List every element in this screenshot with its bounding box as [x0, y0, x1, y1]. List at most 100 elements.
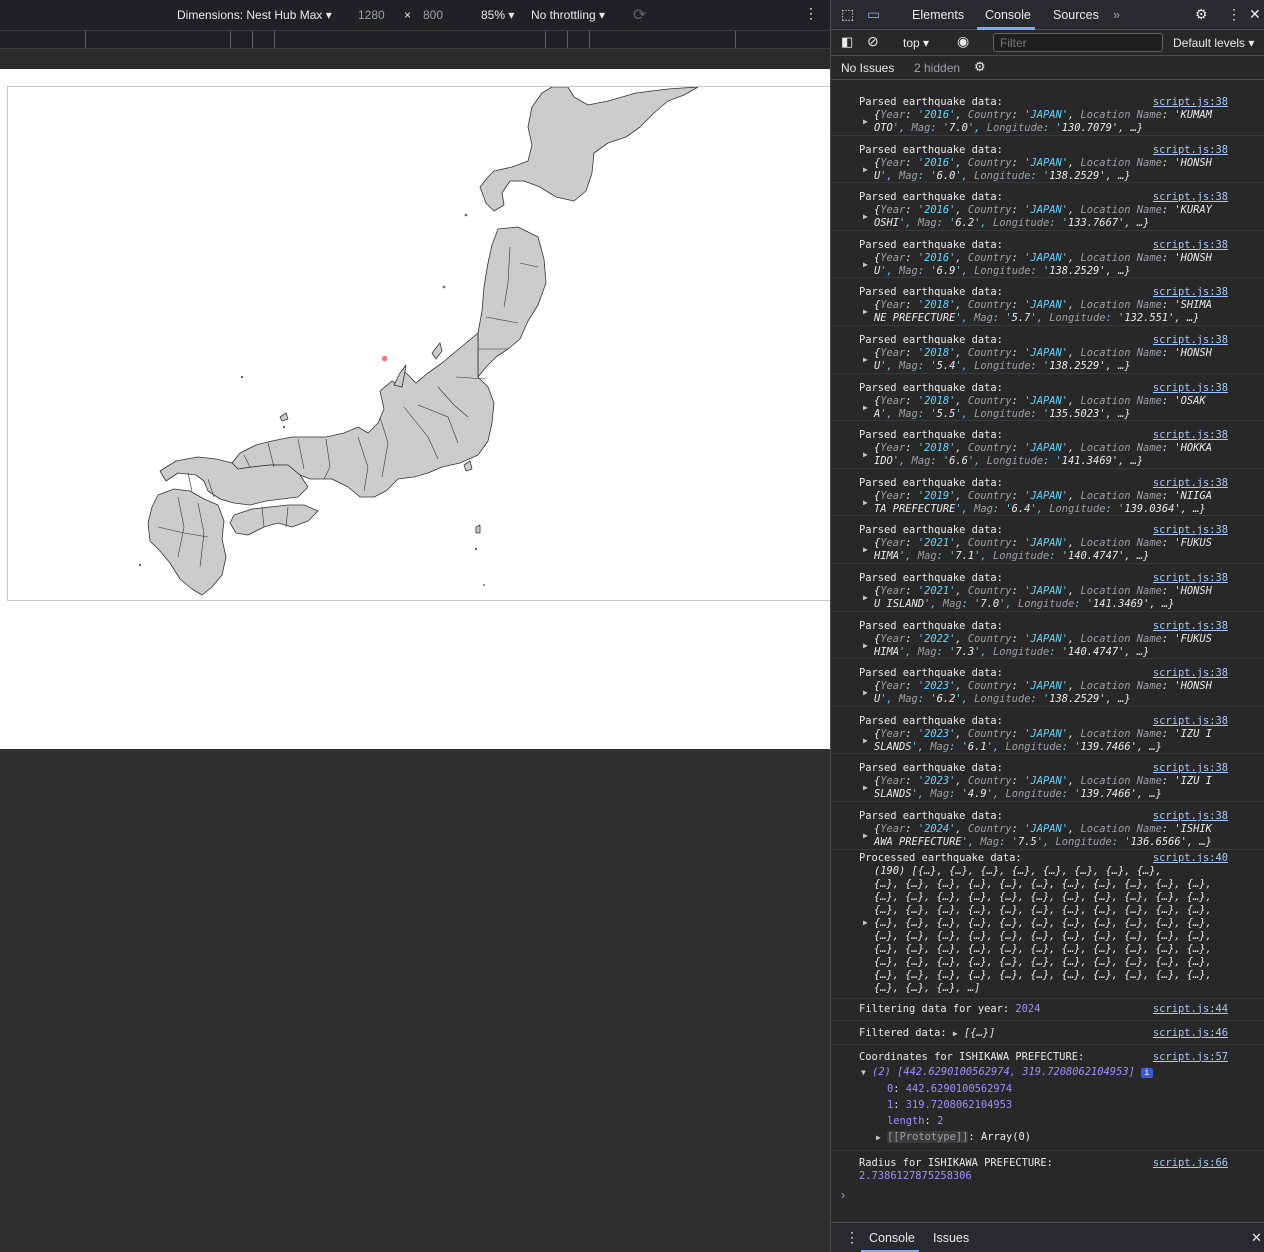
tab-sources[interactable]: Sources	[1053, 8, 1099, 22]
issues-bar: No Issues 2 hidden ⚙	[831, 56, 1264, 80]
drawer-tab-issues[interactable]: Issues	[933, 1231, 969, 1245]
expand-triangle-icon[interactable]: ▶	[876, 1133, 881, 1142]
source-link[interactable]: script.js:38	[1153, 239, 1228, 251]
expand-triangle-icon[interactable]: ▶	[863, 450, 868, 459]
source-link[interactable]: script.js:38	[1153, 620, 1228, 632]
more-options-icon[interactable]: ⋮	[804, 5, 818, 22]
object-preview[interactable]: {Year: '2023', Country: 'JAPAN', Locatio…	[859, 775, 1235, 801]
object-preview[interactable]: {Year: '2021', Country: 'JAPAN', Locatio…	[859, 585, 1235, 611]
source-link[interactable]: script.js:40	[1153, 852, 1228, 864]
expand-triangle-icon[interactable]: ▶	[863, 260, 868, 269]
source-link[interactable]: script.js:38	[1153, 762, 1228, 774]
source-link[interactable]: script.js:38	[1153, 715, 1228, 727]
source-link[interactable]: script.js:44	[1153, 1003, 1228, 1015]
source-link[interactable]: script.js:57	[1153, 1051, 1228, 1063]
source-link[interactable]: script.js:38	[1153, 96, 1228, 108]
object-preview-line: SLANDS', Mag: '6.1', Longitude: '139.746…	[874, 740, 1162, 753]
inspect-element-icon[interactable]: ⬚	[841, 6, 854, 23]
zoom-select[interactable]: 85% ▾	[481, 8, 514, 22]
media-query-ruler[interactable]	[0, 30, 830, 48]
expand-triangle-icon[interactable]: ▶	[863, 498, 868, 507]
rotate-icon[interactable]: ⟳	[633, 5, 646, 25]
filtered-value[interactable]: [{…}]	[964, 1027, 995, 1039]
expand-triangle-icon[interactable]: ▶	[863, 355, 868, 364]
object-preview[interactable]: {Year: '2024', Country: 'JAPAN', Locatio…	[859, 823, 1235, 849]
array-summary[interactable]: (2) [442.6290100562974, 319.720806210495…	[872, 1066, 1135, 1078]
source-link[interactable]: script.js:38	[1153, 810, 1228, 822]
console-filter-input[interactable]	[993, 33, 1163, 52]
source-link[interactable]: script.js:38	[1153, 191, 1228, 203]
expand-triangle-icon[interactable]: ▶	[863, 307, 868, 316]
no-issues-label[interactable]: No Issues	[841, 61, 894, 75]
object-preview[interactable]: {Year: '2018', Country: 'JAPAN', Locatio…	[859, 299, 1235, 325]
sidebar-toggle-icon[interactable]: ◧	[841, 34, 853, 50]
object-preview[interactable]: {Year: '2016', Country: 'JAPAN', Locatio…	[859, 252, 1235, 278]
clear-console-icon[interactable]: ⊘	[867, 33, 879, 50]
close-drawer-icon[interactable]: ✕	[1251, 1230, 1262, 1246]
expand-triangle-icon[interactable]: ▶	[863, 593, 868, 602]
source-link[interactable]: script.js:38	[1153, 334, 1228, 346]
expand-triangle-icon[interactable]: ▶	[863, 736, 868, 745]
source-link[interactable]: script.js:38	[1153, 667, 1228, 679]
expand-triangle-icon[interactable]: ▶	[863, 783, 868, 792]
object-preview[interactable]: {Year: '2016', Country: 'JAPAN', Locatio…	[859, 157, 1235, 183]
console-prompt-icon[interactable]: ›	[841, 1188, 845, 1202]
object-preview[interactable]: {Year: '2023', Country: 'JAPAN', Locatio…	[859, 728, 1235, 754]
source-link[interactable]: script.js:66	[1153, 1157, 1228, 1169]
context-select[interactable]: top ▾	[903, 36, 929, 50]
object-preview[interactable]: {Year: '2023', Country: 'JAPAN', Locatio…	[859, 680, 1235, 706]
throttling-select[interactable]: No throttling ▾	[531, 8, 605, 22]
settings-icon[interactable]: ⚙	[1195, 6, 1208, 23]
earthquake-marker[interactable]	[381, 355, 388, 362]
close-devtools-icon[interactable]: ✕	[1249, 6, 1261, 23]
radius-value: 2.7386127875258306	[859, 1169, 972, 1182]
object-preview[interactable]: {Year: '2021', Country: 'JAPAN', Locatio…	[859, 537, 1235, 563]
collapse-triangle-icon[interactable]: ▼	[861, 1068, 866, 1077]
source-link[interactable]: script.js:38	[1153, 382, 1228, 394]
object-preview[interactable]: {Year: '2019', Country: 'JAPAN', Locatio…	[859, 490, 1235, 516]
source-link[interactable]: script.js:38	[1153, 429, 1228, 441]
source-link[interactable]: script.js:38	[1153, 144, 1228, 156]
dimension-times-icon: ×	[404, 8, 412, 22]
console-settings-icon[interactable]: ⚙	[974, 59, 986, 75]
object-preview[interactable]: {Year: '2016', Country: 'JAPAN', Locatio…	[859, 109, 1235, 135]
expand-triangle-icon[interactable]: ▶	[863, 918, 868, 927]
drawer-tab-console[interactable]: Console	[869, 1231, 915, 1245]
expand-triangle-icon[interactable]: ▶	[863, 117, 868, 126]
object-preview[interactable]: {Year: '2022', Country: 'JAPAN', Locatio…	[859, 633, 1235, 659]
source-link[interactable]: script.js:38	[1153, 572, 1228, 584]
shikoku-region	[229, 504, 319, 536]
source-link[interactable]: script.js:38	[1153, 286, 1228, 298]
drawer-menu-icon[interactable]: ⋮	[845, 1229, 859, 1246]
info-icon[interactable]: i	[1141, 1067, 1153, 1078]
device-toolbar-icon[interactable]: ▭	[867, 6, 880, 23]
year-value: 2024	[1015, 1002, 1041, 1015]
live-expression-eye-icon[interactable]: ◉	[957, 33, 969, 50]
expand-triangle-icon[interactable]: ▶	[863, 403, 868, 412]
device-height-input[interactable]: 800	[423, 8, 443, 22]
object-preview[interactable]: {Year: '2016', Country: 'JAPAN', Locatio…	[859, 204, 1235, 230]
source-link[interactable]: script.js:46	[1153, 1027, 1228, 1039]
expand-triangle-icon[interactable]: ▶	[953, 1029, 958, 1038]
device-width-input[interactable]: 1280	[358, 8, 385, 22]
object-preview[interactable]: {Year: '2018', Country: 'JAPAN', Locatio…	[859, 347, 1235, 373]
object-preview-line: {Year: '2018', Country: 'JAPAN', Locatio…	[874, 442, 1212, 455]
object-preview[interactable]: {Year: '2018', Country: 'JAPAN', Locatio…	[859, 442, 1235, 468]
expand-triangle-icon[interactable]: ▶	[863, 212, 868, 221]
source-link[interactable]: script.js:38	[1153, 524, 1228, 536]
more-options-icon[interactable]: ⋮	[1227, 6, 1241, 23]
expand-triangle-icon[interactable]: ▶	[863, 545, 868, 554]
source-link[interactable]: script.js:38	[1153, 477, 1228, 489]
prototype-value[interactable]: Array(0)	[981, 1131, 1031, 1143]
object-preview[interactable]: {Year: '2018', Country: 'JAPAN', Locatio…	[859, 395, 1235, 421]
log-levels-select[interactable]: Default levels ▾	[1173, 36, 1254, 50]
tab-elements[interactable]: Elements	[912, 8, 964, 22]
expand-triangle-icon[interactable]: ▶	[863, 641, 868, 650]
array-preview[interactable]: (190) [{…}, {…}, {…}, {…}, {…}, {…}, {…}…	[859, 865, 1235, 995]
expand-triangle-icon[interactable]: ▶	[863, 165, 868, 174]
more-tabs-icon[interactable]: »	[1113, 8, 1120, 22]
tab-console[interactable]: Console	[985, 8, 1031, 22]
expand-triangle-icon[interactable]: ▶	[863, 688, 868, 697]
expand-triangle-icon[interactable]: ▶	[863, 831, 868, 840]
device-dimensions-select[interactable]: Dimensions: Nest Hub Max ▾	[177, 8, 332, 22]
